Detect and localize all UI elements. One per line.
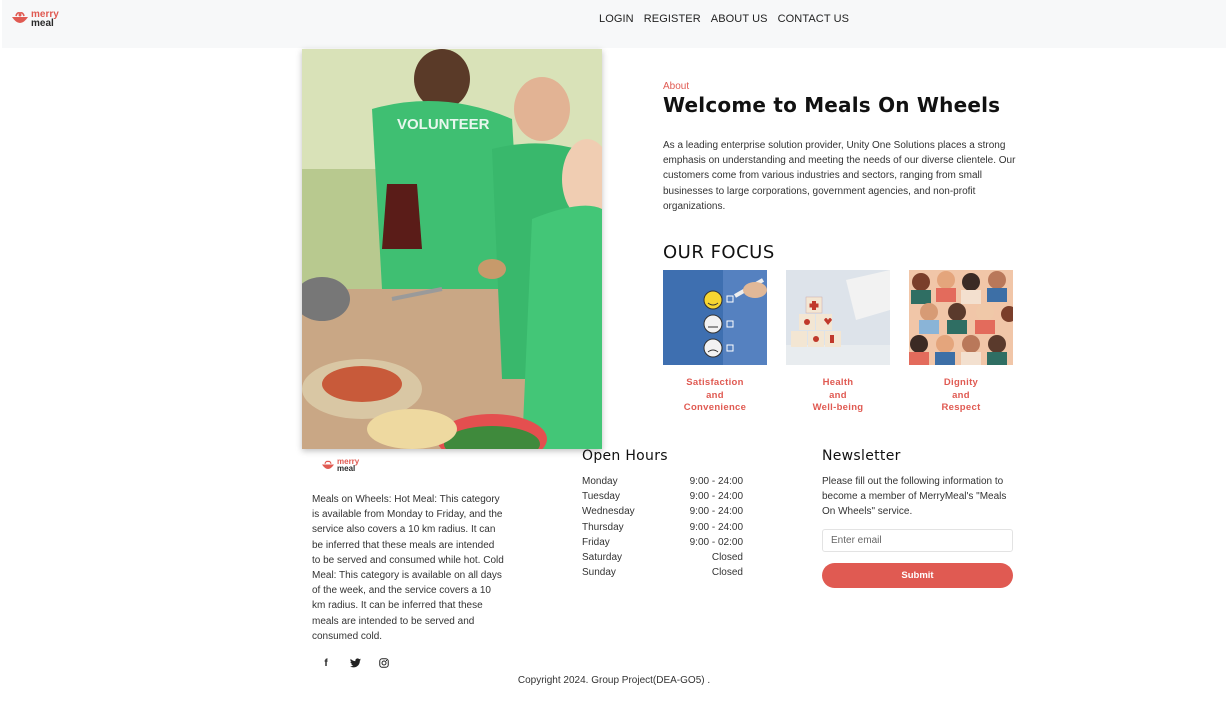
hours-time: 9:00 - 24:00 xyxy=(689,521,743,533)
hours-time: Closed xyxy=(711,567,743,579)
footer-description: Meals on Wheels: Hot Meal: This category… xyxy=(312,494,504,642)
focus-caption-line: and xyxy=(706,389,724,401)
open-hours-table: Monday 9:00 - 24:00 Tuesday 9:00 - 24:00 W… xyxy=(582,474,743,580)
hours-time: 9:00 - 02:00 xyxy=(689,536,743,548)
newsletter-body: Please fill out the following informatio… xyxy=(822,476,1007,518)
facebook-icon[interactable]: f xyxy=(320,657,332,669)
hours-time: 9:00 - 24:00 xyxy=(689,476,743,487)
focus-caption-line: Satisfaction xyxy=(686,377,744,388)
copyright: Copyright 2024. Group Project(DEA-GO5) . xyxy=(517,675,711,686)
hours-row: Sunday Closed xyxy=(582,565,743,580)
focus-caption-line: Health xyxy=(822,377,854,388)
focus-caption-line: Respect xyxy=(941,402,981,413)
hours-row: Thursday 9:00 - 24:00 xyxy=(582,520,743,535)
hours-day: Friday xyxy=(582,536,610,548)
nav-about-us[interactable]: ABOUT US xyxy=(711,13,768,25)
about-title: Welcome to Meals On Wheels xyxy=(663,93,1001,117)
focus-card-dignity: Dignity and Respect xyxy=(909,270,1013,415)
about-body: As a leading enterprise solution provide… xyxy=(663,140,1016,212)
hours-row: Wednesday 9:00 - 24:00 xyxy=(582,504,743,519)
twitter-icon[interactable] xyxy=(349,657,361,669)
instagram-icon[interactable] xyxy=(378,657,390,669)
email-input[interactable] xyxy=(822,529,1013,552)
newsletter-title: Newsletter xyxy=(822,448,901,464)
brand-logo[interactable]: merry meal xyxy=(11,10,59,29)
bowl-icon xyxy=(321,459,335,471)
about-kicker: About xyxy=(663,81,690,92)
main-nav: LOGIN REGISTER ABOUT US CONTACT US xyxy=(599,13,849,25)
hours-row: Saturday Closed xyxy=(582,550,743,565)
volunteer-shirt-text: VOLUNTEER xyxy=(397,116,490,133)
focus-caption-line: Dignity xyxy=(943,377,979,388)
focus-card-satisfaction: Satisfaction and Convenience xyxy=(663,270,767,415)
open-hours-title: Open Hours xyxy=(582,448,668,464)
nav-login[interactable]: LOGIN xyxy=(599,13,634,25)
diverse-people-icon xyxy=(909,270,1013,365)
hours-row: Tuesday 9:00 - 24:00 xyxy=(582,489,743,504)
hours-row: Friday 9:00 - 02:00 xyxy=(582,535,743,550)
hero-image: VOLUNTEER xyxy=(302,49,602,449)
submit-button[interactable]: Submit xyxy=(822,563,1013,588)
brand-line2: meal xyxy=(337,464,356,473)
hours-time: 9:00 - 24:00 xyxy=(689,506,743,518)
brand-line2: meal xyxy=(31,18,54,29)
bowl-icon xyxy=(11,11,29,27)
navbar: merry meal LOGIN REGISTER ABOUT US CONTA… xyxy=(2,0,1226,48)
nav-contact-us[interactable]: CONTACT US xyxy=(778,13,850,25)
satisfaction-faces-icon xyxy=(663,270,767,365)
social-links: f xyxy=(320,657,390,669)
hours-day: Sunday xyxy=(582,567,616,579)
focus-caption-line: Convenience xyxy=(683,402,747,413)
health-blocks-icon xyxy=(786,270,890,365)
focus-card-health: Health and Well-being xyxy=(786,270,890,415)
focus-caption-line: Well-being xyxy=(812,402,864,413)
hours-day: Thursday xyxy=(582,521,624,533)
hours-row: Monday 9:00 - 24:00 xyxy=(582,474,743,489)
nav-register[interactable]: REGISTER xyxy=(644,13,701,25)
hours-day: Wednesday xyxy=(582,506,635,518)
hours-day: Saturday xyxy=(582,551,623,563)
focus-caption-line: and xyxy=(829,389,847,401)
focus-caption-line: and xyxy=(952,389,970,401)
hours-day: Monday xyxy=(582,476,618,487)
hours-time: Closed xyxy=(711,551,743,563)
hours-time: 9:00 - 24:00 xyxy=(689,491,743,503)
focus-title: OUR FOCUS xyxy=(663,242,775,263)
footer-logo[interactable]: merry meal xyxy=(321,458,359,473)
hours-day: Tuesday xyxy=(582,491,620,503)
